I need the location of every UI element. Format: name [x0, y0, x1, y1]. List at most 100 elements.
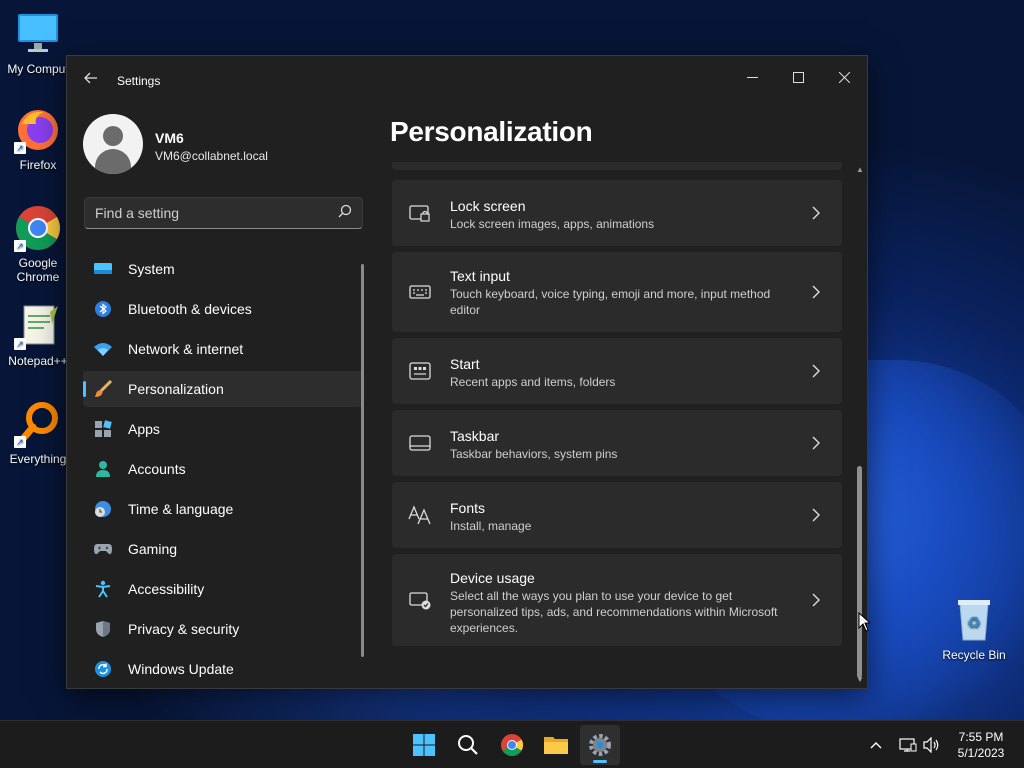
- chevron-up-icon: [870, 742, 882, 749]
- card-title: Taskbar: [450, 428, 500, 444]
- sidebar-item-label: Apps: [128, 421, 160, 437]
- firefox-icon: ↗: [14, 106, 62, 154]
- brush-icon: [93, 379, 113, 399]
- desktop-icon-label: Everything: [9, 452, 67, 466]
- page-title: Personalization: [390, 116, 593, 147]
- show-hidden-icons-button[interactable]: [866, 721, 886, 768]
- sidebar-item-accounts[interactable]: Accounts: [83, 451, 363, 487]
- desktop-icon-label: My Comput: [7, 62, 69, 76]
- file-explorer-icon: [544, 737, 568, 754]
- search-icon[interactable]: [338, 204, 354, 222]
- card-lock-screen[interactable]: Lock screen Lock screen images, apps, an…: [392, 180, 842, 246]
- sidebar-item-label: Accounts: [128, 461, 186, 477]
- card-description: Recent apps and items, folders: [450, 375, 616, 389]
- minimize-button[interactable]: [729, 62, 775, 94]
- volume-tray-button[interactable]: [922, 721, 942, 768]
- sidebar-item-time-language[interactable]: Time & language: [83, 491, 363, 527]
- network-wired-icon: [899, 738, 917, 752]
- title-bar: Settings: [67, 56, 867, 104]
- settings-content: Lock screen Lock screen images, apps, an…: [392, 162, 842, 688]
- chevron-right-icon: [810, 436, 822, 450]
- sidebar-item-label: Bluetooth & devices: [128, 301, 252, 317]
- search-input[interactable]: [85, 198, 325, 228]
- card-description: Install, manage: [450, 519, 532, 533]
- start-button[interactable]: [404, 725, 444, 765]
- maximize-button[interactable]: [775, 62, 821, 94]
- chevron-right-icon: [810, 206, 822, 220]
- card-device-usage[interactable]: Device usage Select all the ways you pla…: [392, 554, 842, 646]
- user-name: VM6: [155, 130, 184, 146]
- recycle-bin-icon: ♻: [950, 596, 998, 644]
- sidebar-item-personalization[interactable]: Personalization: [83, 371, 363, 407]
- desktop-icon-everything[interactable]: ↗ Everything: [0, 400, 76, 466]
- taskbar-clock[interactable]: 7:55 PM 5/1/2023: [944, 729, 1018, 761]
- sidebar-item-privacy-security[interactable]: Privacy & security: [83, 611, 363, 647]
- accessibility-icon: [93, 579, 113, 599]
- notepad-plus-plus-icon: ↗: [14, 302, 62, 350]
- scrollbar-thumb[interactable]: [857, 466, 862, 678]
- sidebar-item-bluetooth[interactable]: Bluetooth & devices: [83, 291, 363, 327]
- desktop-icon-chrome[interactable]: ↗ Google Chrome: [0, 204, 76, 284]
- sidebar-item-label: Privacy & security: [128, 621, 240, 637]
- sidebar-item-label: Personalization: [128, 381, 224, 397]
- scroll-down-icon[interactable]: ▼: [855, 676, 865, 684]
- back-arrow-icon[interactable]: [81, 70, 101, 90]
- scroll-up-icon[interactable]: ▲: [855, 166, 865, 174]
- apps-icon: [93, 419, 113, 439]
- chevron-right-icon: [810, 593, 822, 607]
- card-text-input[interactable]: Text input Touch keyboard, voice typing,…: [392, 252, 842, 332]
- taskbar-settings-button[interactable]: [580, 725, 620, 765]
- close-button[interactable]: [821, 62, 867, 94]
- card-description: Select all the ways you plan to use your…: [450, 589, 778, 635]
- avatar: [83, 114, 143, 174]
- update-icon: [93, 659, 113, 679]
- card-title: Start: [450, 356, 480, 372]
- wifi-icon: [93, 339, 113, 359]
- device-usage-icon: [408, 588, 432, 612]
- magnifier-orange-icon: ↗: [14, 400, 62, 448]
- card-fonts[interactable]: Fonts Install, manage: [392, 482, 842, 548]
- card-taskbar[interactable]: Taskbar Taskbar behaviors, system pins: [392, 410, 842, 476]
- monitor-icon: [93, 259, 113, 279]
- start-icon: [413, 734, 435, 756]
- content-scrollbar[interactable]: ▲ ▼: [855, 166, 865, 686]
- sidebar-item-windows-update[interactable]: Windows Update: [83, 651, 363, 687]
- sidebar-item-apps[interactable]: Apps: [83, 411, 363, 447]
- sidebar-item-system[interactable]: System: [83, 251, 363, 287]
- lock-screen-icon: [408, 201, 432, 225]
- taskbar-chrome-button[interactable]: [492, 725, 532, 765]
- sidebar-nav: System Bluetooth & devices Network & int…: [83, 251, 363, 688]
- card-description: Lock screen images, apps, animations: [450, 217, 655, 231]
- sidebar-item-label: Windows Update: [128, 661, 234, 677]
- desktop-icon-label: Google Chrome: [16, 256, 60, 284]
- search-box[interactable]: [84, 197, 363, 229]
- network-tray-button[interactable]: [898, 721, 918, 768]
- sidebar-scrollbar[interactable]: [361, 264, 364, 657]
- desktop-icon-firefox[interactable]: ↗ Firefox: [0, 106, 76, 172]
- chevron-right-icon: [810, 364, 822, 378]
- shortcut-arrow-icon: ↗: [14, 338, 26, 350]
- desktop-icon-recycle-bin[interactable]: ♻ Recycle Bin: [936, 596, 1012, 662]
- shortcut-arrow-icon: ↗: [14, 142, 26, 154]
- shield-icon: [93, 619, 113, 639]
- sidebar-item-gaming[interactable]: Gaming: [83, 531, 363, 567]
- search-icon: [458, 735, 478, 755]
- sidebar-item-network[interactable]: Network & internet: [83, 331, 363, 367]
- sidebar-item-accessibility[interactable]: Accessibility: [83, 571, 363, 607]
- sidebar-item-label: Gaming: [128, 541, 178, 557]
- taskbar-search-button[interactable]: [448, 725, 488, 765]
- desktop-icon-label: Recycle Bin: [942, 648, 1006, 662]
- clock-time: 7:55 PM: [958, 730, 1004, 744]
- card-start[interactable]: Start Recent apps and items, folders: [392, 338, 842, 404]
- desktop-icon-my-computer[interactable]: My Comput: [0, 10, 76, 76]
- shortcut-arrow-icon: ↗: [14, 240, 26, 252]
- chrome-icon: [501, 734, 523, 756]
- settings-window: Settings VM6 VM6@collabnet.local System: [66, 55, 868, 689]
- svg-text:♻: ♻: [967, 613, 981, 632]
- taskbar: 7:55 PM 5/1/2023: [0, 720, 1024, 768]
- desktop-icon-notepadpp[interactable]: ↗ Notepad++: [0, 302, 76, 368]
- taskbar-file-explorer-button[interactable]: [536, 725, 576, 765]
- gamepad-icon: [93, 539, 113, 559]
- card-description: Taskbar behaviors, system pins: [450, 447, 618, 461]
- chrome-icon: ↗: [14, 204, 62, 252]
